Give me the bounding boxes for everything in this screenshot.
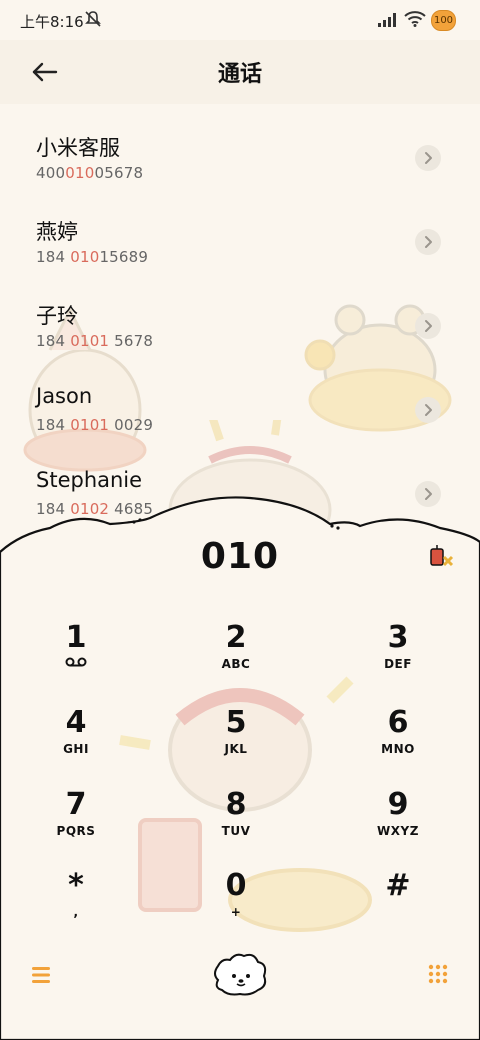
keypad-grid-icon[interactable] — [427, 963, 449, 985]
number-match: 0101 — [70, 416, 110, 434]
key-letters: JKL — [224, 742, 248, 756]
number-suffix: 15689 — [99, 248, 149, 266]
list-item[interactable]: 子玲 184 0101 5678 — [0, 286, 480, 370]
chevron-right-icon[interactable] — [415, 397, 441, 423]
key-digit: 4 — [65, 705, 87, 740]
number-match: 0102 — [70, 500, 110, 518]
key-letters: WXYZ — [377, 824, 419, 838]
menu-icon[interactable] — [30, 964, 52, 986]
contact-name: 燕婷 — [36, 220, 78, 244]
battery-icon: 100 — [431, 10, 456, 31]
key-digit: 5 — [225, 705, 247, 740]
app-header: 通话 — [0, 40, 480, 104]
contact-number: 184 01015689 — [36, 248, 148, 266]
key-letters: DEF — [384, 657, 412, 671]
key-letters: TUV — [221, 824, 251, 838]
contact-number: 184 0101 5678 — [36, 332, 153, 350]
key-5[interactable]: 5 JKL — [176, 705, 296, 777]
contact-name: 子玲 — [36, 304, 78, 328]
list-item[interactable]: 燕婷 184 01015689 — [0, 202, 480, 286]
number-match: 0101 — [70, 332, 110, 350]
chevron-right-icon[interactable] — [415, 313, 441, 339]
key-digit: # — [385, 868, 411, 903]
number-suffix: 05678 — [94, 164, 144, 182]
number-suffix: 4685 — [109, 500, 154, 518]
call-dog-icon[interactable] — [208, 950, 272, 998]
key-7[interactable]: 7 PQRS — [16, 787, 136, 859]
number-prefix: 184 — [36, 248, 71, 266]
key-letters: ABC — [221, 657, 251, 671]
mute-icon — [84, 10, 102, 32]
voicemail-icon — [16, 656, 136, 672]
contact-number: 184 0102 4685 — [36, 500, 153, 518]
key-2[interactable]: 2 ABC — [176, 620, 296, 692]
key-letters: MNO — [381, 742, 415, 756]
number-suffix: 0029 — [109, 416, 154, 434]
key-digit: 3 — [387, 620, 409, 655]
list-item[interactable]: 小米客服 40001005678 — [0, 118, 480, 202]
key-9[interactable]: 9 WXYZ — [338, 787, 458, 859]
key-digit: 9 — [387, 787, 409, 822]
number-prefix: 184 — [36, 416, 71, 434]
contact-number: 40001005678 — [36, 164, 143, 182]
chevron-right-icon[interactable] — [415, 229, 441, 255]
key-letters: , — [73, 905, 79, 919]
key-letters: GHI — [63, 742, 89, 756]
key-digit: 6 — [387, 705, 409, 740]
dialed-number: 010 — [200, 536, 280, 577]
key-8[interactable]: 8 TUV — [176, 787, 296, 859]
wifi-icon — [404, 11, 426, 31]
status-bar: 上午8:16 100 — [0, 0, 480, 40]
number-match: 010 — [70, 248, 100, 266]
status-time: 上午8:16 — [20, 13, 84, 31]
contact-name: 小米客服 — [36, 136, 120, 160]
key-digit: 2 — [225, 620, 247, 655]
chevron-right-icon[interactable] — [415, 481, 441, 507]
number-prefix: 184 — [36, 332, 71, 350]
key-hash[interactable]: # — [338, 868, 458, 940]
page-title: 通话 — [217, 62, 262, 87]
chevron-right-icon[interactable] — [415, 145, 441, 171]
key-digit: 7 — [65, 787, 87, 822]
key-0[interactable]: 0 + — [176, 868, 296, 940]
list-item[interactable]: Jason 184 0101 0029 — [0, 370, 480, 454]
key-4[interactable]: 4 GHI — [16, 705, 136, 777]
key-digit: 8 — [225, 787, 247, 822]
key-star[interactable]: * , — [16, 868, 136, 940]
key-6[interactable]: 6 MNO — [338, 705, 458, 777]
contact-name: Stephanie — [36, 468, 143, 492]
key-letters: PQRS — [56, 824, 96, 838]
key-1[interactable]: 1 — [16, 620, 136, 692]
number-suffix: 5678 — [109, 332, 154, 350]
number-match: 010 — [65, 164, 95, 182]
signal-icon — [378, 12, 398, 31]
number-prefix: 184 — [36, 500, 71, 518]
key-3[interactable]: 3 DEF — [338, 620, 458, 692]
list-item[interactable]: Stephanie 184 0102 4685 — [0, 454, 480, 538]
number-prefix: 400 — [36, 164, 66, 182]
key-digit: 0 — [225, 868, 247, 903]
key-digit: 1 — [65, 620, 87, 655]
key-digit: * — [68, 868, 84, 903]
contact-number: 184 0101 0029 — [36, 416, 153, 434]
contact-name: Jason — [36, 384, 93, 408]
key-letters: + — [230, 905, 242, 919]
